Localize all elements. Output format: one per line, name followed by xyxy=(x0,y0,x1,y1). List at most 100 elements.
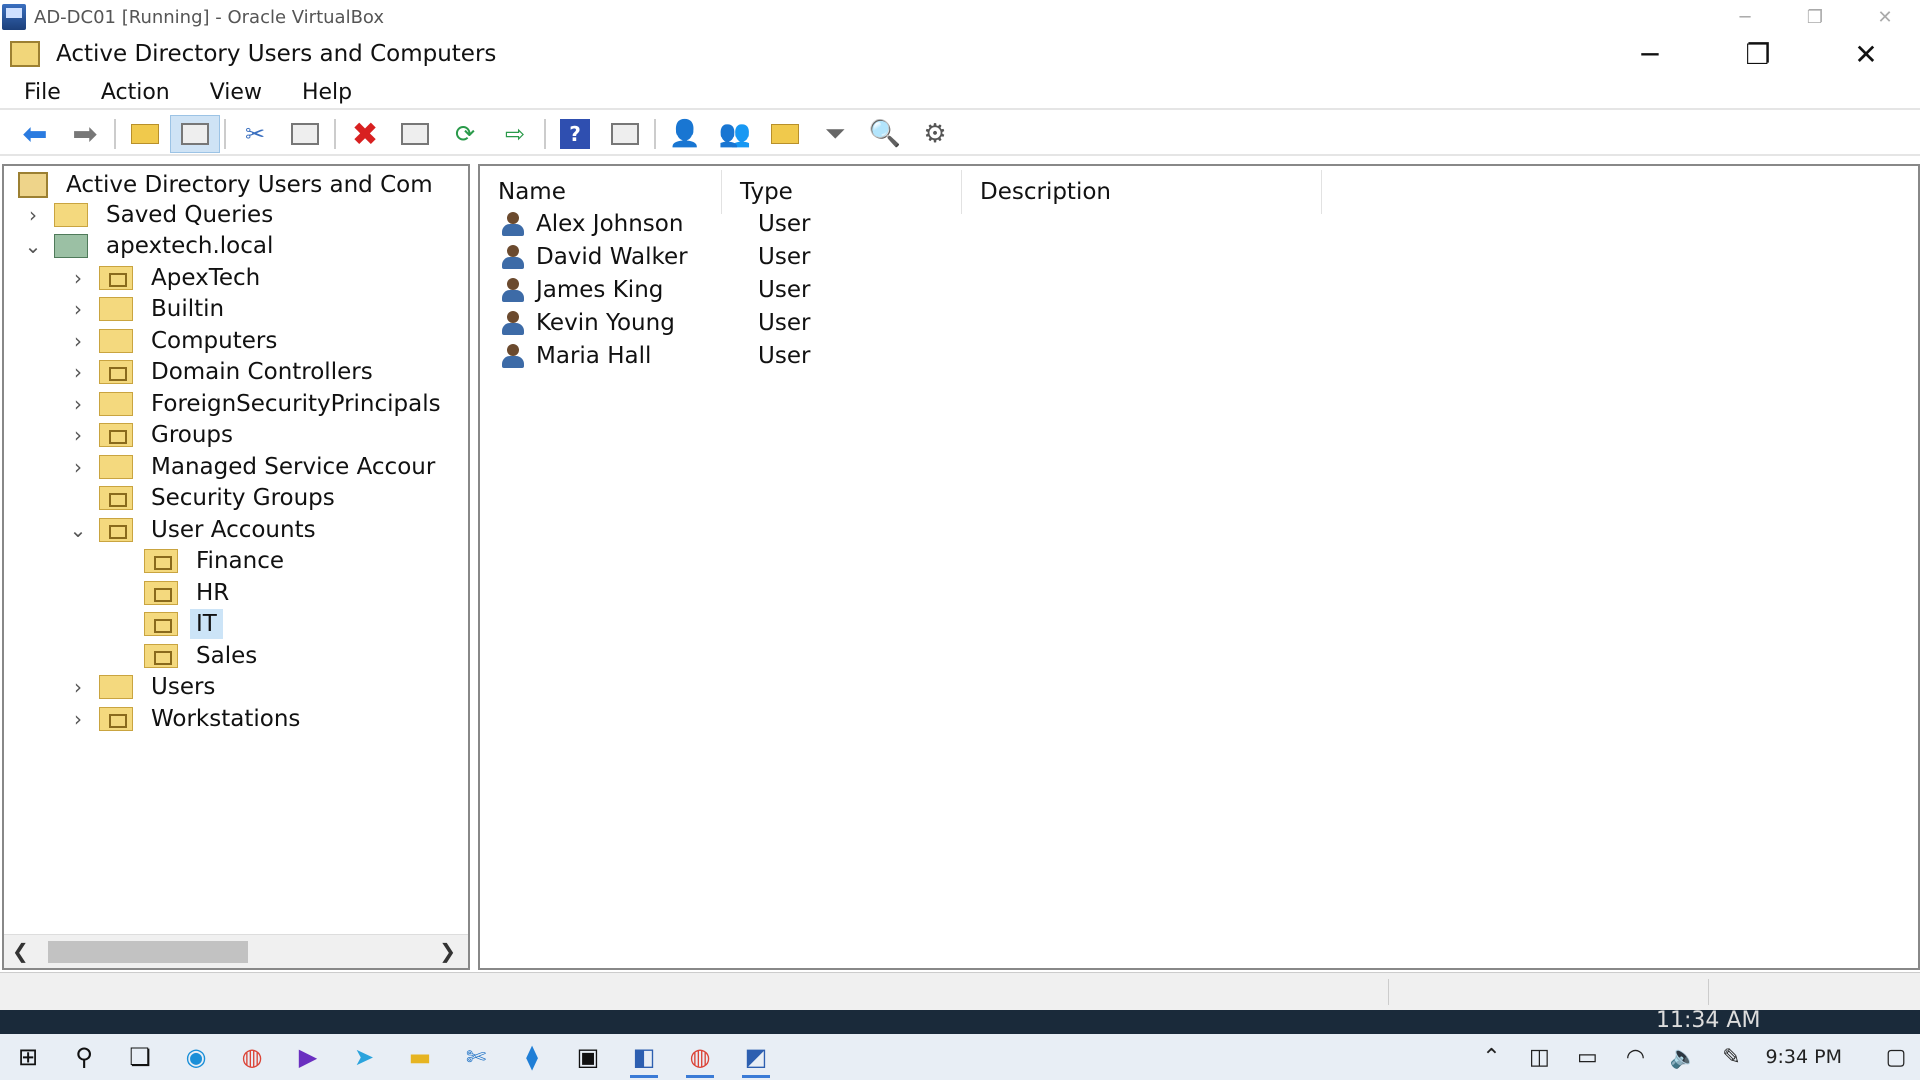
new-group-icon[interactable]: 👥 xyxy=(710,115,760,153)
meet-now-icon[interactable]: ◫ xyxy=(1515,1045,1563,1070)
tree-item-computers[interactable]: › Computers xyxy=(67,326,283,356)
tree-item-finance[interactable]: Finance xyxy=(112,546,290,576)
tree-item-it[interactable]: IT xyxy=(112,609,223,639)
list-item[interactable]: David Walker User xyxy=(480,241,988,273)
tree-item-managed-service-accounts[interactable]: › Managed Service Accour xyxy=(67,452,441,482)
folder-icon xyxy=(99,455,133,479)
properties-icon[interactable] xyxy=(390,115,440,153)
tree-item-domain-controllers[interactable]: › Domain Controllers xyxy=(67,357,379,387)
chrome-profile-icon[interactable]: ◍ xyxy=(672,1034,728,1080)
task-view-icon[interactable]: ❏ xyxy=(112,1034,168,1080)
tree-item-hr[interactable]: HR xyxy=(112,578,235,608)
menu-view[interactable]: View xyxy=(190,80,282,105)
clock[interactable]: 9:34 PM xyxy=(1765,1046,1842,1068)
details-pane[interactable]: Name Type Description Alex Johnson User … xyxy=(478,164,1920,970)
filter-icon[interactable]: ⏷ xyxy=(810,115,860,153)
telegram-icon[interactable]: ➤ xyxy=(336,1034,392,1080)
chevron-right-icon[interactable]: › xyxy=(67,423,89,447)
chevron-right-icon[interactable]: › xyxy=(67,360,89,384)
show-hide-tree-icon[interactable] xyxy=(170,115,220,153)
tree-root[interactable]: Active Directory Users and Com xyxy=(16,170,439,200)
scroll-right-icon[interactable]: ❯ xyxy=(439,939,456,963)
scroll-left-icon[interactable]: ❮ xyxy=(12,939,29,963)
new-ou-icon[interactable] xyxy=(760,115,810,153)
find-icon[interactable]: 🔍 xyxy=(860,115,910,153)
terminal-icon[interactable]: ▣ xyxy=(560,1034,616,1080)
delete-icon[interactable]: ✖ xyxy=(340,115,390,153)
list-item[interactable]: James King User xyxy=(480,274,988,306)
toolbar-separator xyxy=(654,119,656,149)
menu-action[interactable]: Action xyxy=(81,80,190,105)
chevron-right-icon[interactable]: › xyxy=(67,455,89,479)
chevron-down-icon[interactable]: ⌄ xyxy=(67,518,89,542)
new-user-icon[interactable]: 👤 xyxy=(660,115,710,153)
chevron-right-icon[interactable]: › xyxy=(67,675,89,699)
scrollbar-thumb[interactable] xyxy=(48,941,248,963)
file-explorer-icon[interactable]: ▬ xyxy=(392,1034,448,1080)
user-type: User xyxy=(758,277,811,303)
virtualbox-taskbar-icon[interactable]: ◩ xyxy=(728,1034,784,1080)
tree-item-sales[interactable]: Sales xyxy=(112,641,263,671)
export-list-icon[interactable]: ⇨ xyxy=(490,115,540,153)
chevron-right-icon[interactable]: › xyxy=(67,707,89,731)
cut-icon[interactable]: ✂ xyxy=(230,115,280,153)
chevron-down-icon[interactable]: ⌄ xyxy=(22,234,44,258)
tree-item-apextech[interactable]: › ApexTech xyxy=(67,263,266,293)
tree-label: Managed Service Accour xyxy=(151,454,436,480)
tree-item-builtin[interactable]: › Builtin xyxy=(67,294,230,324)
list-item[interactable]: Kevin Young User xyxy=(480,307,988,339)
tree-item-user-accounts[interactable]: ⌄ User Accounts xyxy=(67,515,322,545)
tree-item-groups[interactable]: › Groups xyxy=(67,420,239,450)
volume-icon[interactable]: 🔈 xyxy=(1659,1045,1707,1070)
snipping-tool-icon[interactable]: ✄ xyxy=(448,1034,504,1080)
chrome-icon[interactable]: ◍ xyxy=(224,1034,280,1080)
visio-icon[interactable]: ◧ xyxy=(616,1034,672,1080)
column-header-description[interactable]: Description xyxy=(962,170,1322,214)
vscode-icon[interactable]: ⧫ xyxy=(504,1034,560,1080)
ou-folder-icon xyxy=(144,549,178,573)
chevron-right-icon[interactable]: › xyxy=(22,203,44,227)
minimize-button[interactable]: ─ xyxy=(1596,34,1704,74)
tree-item-workstations[interactable]: › Workstations xyxy=(67,704,306,734)
add-to-group-icon[interactable]: ⚙ xyxy=(910,115,960,153)
edge-icon[interactable]: ◉ xyxy=(168,1034,224,1080)
restore-button[interactable]: ❐ xyxy=(1704,34,1812,74)
list-item[interactable]: Alex Johnson User xyxy=(480,208,988,240)
chevron-right-icon[interactable]: › xyxy=(67,297,89,321)
video-editor-icon[interactable]: ▶ xyxy=(280,1034,336,1080)
tree-item-saved-queries[interactable]: › Saved Queries xyxy=(22,200,279,230)
tree-item-domain[interactable]: ⌄ apextech.local xyxy=(22,231,279,261)
close-button[interactable]: ✕ xyxy=(1812,34,1920,74)
action-pane-icon[interactable] xyxy=(600,115,650,153)
refresh-icon[interactable]: ⟳ xyxy=(440,115,490,153)
menu-help[interactable]: Help xyxy=(282,80,372,105)
chevron-right-icon[interactable]: › xyxy=(67,329,89,353)
back-icon[interactable]: ⬅ xyxy=(10,115,60,153)
menu-file[interactable]: File xyxy=(0,80,81,105)
tree-item-security-groups[interactable]: Security Groups xyxy=(67,483,341,513)
pen-icon[interactable]: ✎ xyxy=(1707,1045,1755,1070)
paste-icon[interactable] xyxy=(280,115,330,153)
chevron-up-icon[interactable]: ⌃ xyxy=(1467,1045,1515,1070)
battery-icon[interactable]: ▭ xyxy=(1563,1045,1611,1070)
list-item[interactable]: Maria Hall User xyxy=(480,340,988,372)
chevron-right-icon[interactable]: › xyxy=(67,392,89,416)
tree-item-foreign-security-principals[interactable]: › ForeignSecurityPrincipals xyxy=(67,389,447,419)
chevron-right-icon[interactable]: › xyxy=(67,266,89,290)
notifications-icon[interactable]: ▢ xyxy=(1872,1045,1920,1070)
help-icon[interactable]: ? xyxy=(550,115,600,153)
tree-horizontal-scrollbar[interactable]: ❮ ❯ xyxy=(4,934,468,968)
up-folder-icon[interactable] xyxy=(120,115,170,153)
host-taskbar-strip: 11:34 AM xyxy=(0,1010,1920,1034)
console-tree[interactable]: Active Directory Users and Com › Saved Q… xyxy=(2,164,470,970)
vbox-restore-button[interactable]: ❐ xyxy=(1780,0,1850,34)
wifi-icon[interactable]: ◠ xyxy=(1611,1045,1659,1070)
search-icon[interactable]: ⚲ xyxy=(56,1034,112,1080)
tree-label: Builtin xyxy=(151,296,225,322)
start-icon[interactable]: ⊞ xyxy=(0,1034,56,1080)
tree-item-users[interactable]: › Users xyxy=(67,672,221,702)
ou-folder-icon xyxy=(144,612,178,636)
vbox-close-button[interactable]: ✕ xyxy=(1850,0,1920,34)
forward-icon[interactable]: ➡ xyxy=(60,115,110,153)
vbox-minimize-button[interactable]: ─ xyxy=(1710,0,1780,34)
